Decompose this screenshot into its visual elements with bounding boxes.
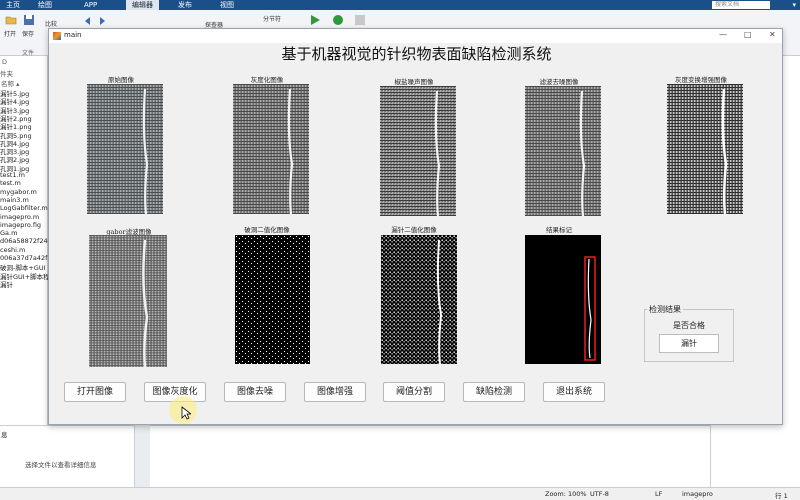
- file-list-item[interactable]: main3.m: [0, 196, 48, 204]
- status-eol: LF: [655, 490, 663, 498]
- file-list-item[interactable]: LogGabfilter.m: [0, 204, 48, 212]
- open-image-button[interactable]: 打开图像: [64, 382, 126, 402]
- caption-result: 结果标记: [546, 226, 572, 234]
- user-icon[interactable]: ▾: [792, 0, 796, 10]
- caption-enhanced: 灰度变换增强图像: [675, 76, 727, 84]
- caption-miss-binary: 漏针二值化图像: [391, 226, 437, 234]
- file-list-item[interactable]: imagepro.fig: [0, 221, 48, 229]
- status-bar: Zoom: 100% UTF-8 LF imagepro 行 1: [0, 487, 800, 500]
- file-list-item[interactable]: test1.m: [0, 171, 48, 179]
- save-icon[interactable]: [23, 14, 35, 26]
- save-button[interactable]: 保存: [22, 29, 34, 38]
- detect-defect-button[interactable]: 缺陷检测: [463, 382, 525, 402]
- caption-hole-binary: 破洞二值化图像: [244, 226, 290, 234]
- file-list-item[interactable]: d06a58872f243...: [0, 237, 48, 245]
- image-enhanced: [667, 84, 743, 214]
- image-denoised: [525, 86, 601, 216]
- image-gabor: [89, 235, 167, 367]
- pass-label: 是否合格: [673, 321, 705, 330]
- image-grayscale: [233, 84, 309, 214]
- image-hole-binary: [235, 235, 310, 364]
- matlab-logo-icon: [53, 32, 61, 40]
- caption-original: 原始图像: [108, 76, 134, 84]
- tab-home[interactable]: 主页: [0, 0, 26, 10]
- stop-icon[interactable]: [354, 14, 366, 26]
- image-miss-binary: [381, 235, 457, 364]
- name-column-header[interactable]: 名称 ▴: [1, 78, 19, 88]
- status-line: 行 1: [775, 492, 788, 500]
- matlab-tabbar: 主页 绘图 APP 编辑器 发布 视图 搜索文档 ▾: [0, 0, 800, 10]
- enhance-button[interactable]: 图像增强: [304, 382, 366, 402]
- command-window-area[interactable]: [150, 425, 710, 487]
- image-result-marked: [525, 235, 601, 364]
- caption-saltpepper: 椒盐噪声图像: [394, 78, 434, 86]
- file-list-item[interactable]: Ga.m: [0, 229, 48, 237]
- window-titlebar: main — □ ✕: [49, 29, 782, 43]
- search-docs-input[interactable]: 搜索文档: [712, 1, 770, 9]
- section-break-button[interactable]: 分节符: [263, 14, 281, 23]
- status-zoom: Zoom: 100%: [545, 490, 587, 498]
- matlab-desktop: 主页 绘图 APP 编辑器 发布 视图 搜索文档 ▾ 打开 保存 比较 文件 探…: [0, 0, 800, 500]
- status-script: imagepro: [682, 490, 713, 498]
- mouse-pointer-icon: [181, 406, 191, 420]
- open-icon[interactable]: [5, 14, 17, 26]
- details-header: 息: [1, 431, 8, 439]
- page-title: 基于机器视觉的针织物表面缺陷检测系统: [281, 45, 552, 63]
- compare-button[interactable]: 比较: [45, 19, 57, 28]
- file-list-item[interactable]: mygabor.m: [0, 188, 48, 196]
- close-button[interactable]: ✕: [769, 30, 776, 39]
- denoise-button[interactable]: 图像去噪: [224, 382, 286, 402]
- image-saltpepper: [380, 86, 456, 216]
- caption-denoised: 滤波去噪图像: [539, 78, 579, 86]
- tab-plots[interactable]: 绘图: [32, 0, 58, 10]
- status-encoding: UTF-8: [590, 490, 609, 498]
- tab-apps[interactable]: APP: [78, 0, 103, 10]
- file-list-item[interactable]: ceshi.m: [0, 246, 48, 254]
- file-list-item[interactable]: 006a37d7a42f6...: [0, 254, 48, 262]
- window-title: main: [64, 31, 82, 39]
- maximize-button[interactable]: □: [744, 30, 752, 39]
- minimize-button[interactable]: —: [719, 30, 727, 39]
- caption-grayscale: 灰度化图像: [250, 76, 284, 84]
- nav-back-icon[interactable]: [82, 15, 94, 27]
- image-original: [87, 84, 163, 214]
- tab-editor[interactable]: 编辑器: [126, 0, 159, 10]
- result-group-title: 检测结果: [647, 304, 683, 315]
- run-icon[interactable]: [309, 14, 321, 26]
- file-list-item[interactable]: imagepro.m: [0, 213, 48, 221]
- folder-header: 件夹: [0, 70, 13, 78]
- main-gui-window: main — □ ✕ 基于机器视觉的针织物表面缺陷检测系统 原始图像 灰度化图像…: [48, 28, 783, 425]
- tab-publish[interactable]: 发布: [172, 0, 198, 10]
- path-bar[interactable]: D: [2, 58, 7, 66]
- exit-button[interactable]: 退出系统: [543, 382, 605, 402]
- run-advance-icon[interactable]: [332, 14, 344, 26]
- file-list-item[interactable]: 漏针: [0, 279, 48, 289]
- details-text: 选择文件以查看详细信息: [25, 461, 97, 469]
- result-value-field: 漏针: [659, 334, 719, 353]
- threshold-button[interactable]: 阈值分割: [383, 382, 445, 402]
- open-button[interactable]: 打开: [4, 29, 16, 38]
- nav-forward-icon[interactable]: [96, 15, 108, 27]
- tab-view[interactable]: 视图: [214, 0, 240, 10]
- file-list-item[interactable]: test.m: [0, 179, 48, 187]
